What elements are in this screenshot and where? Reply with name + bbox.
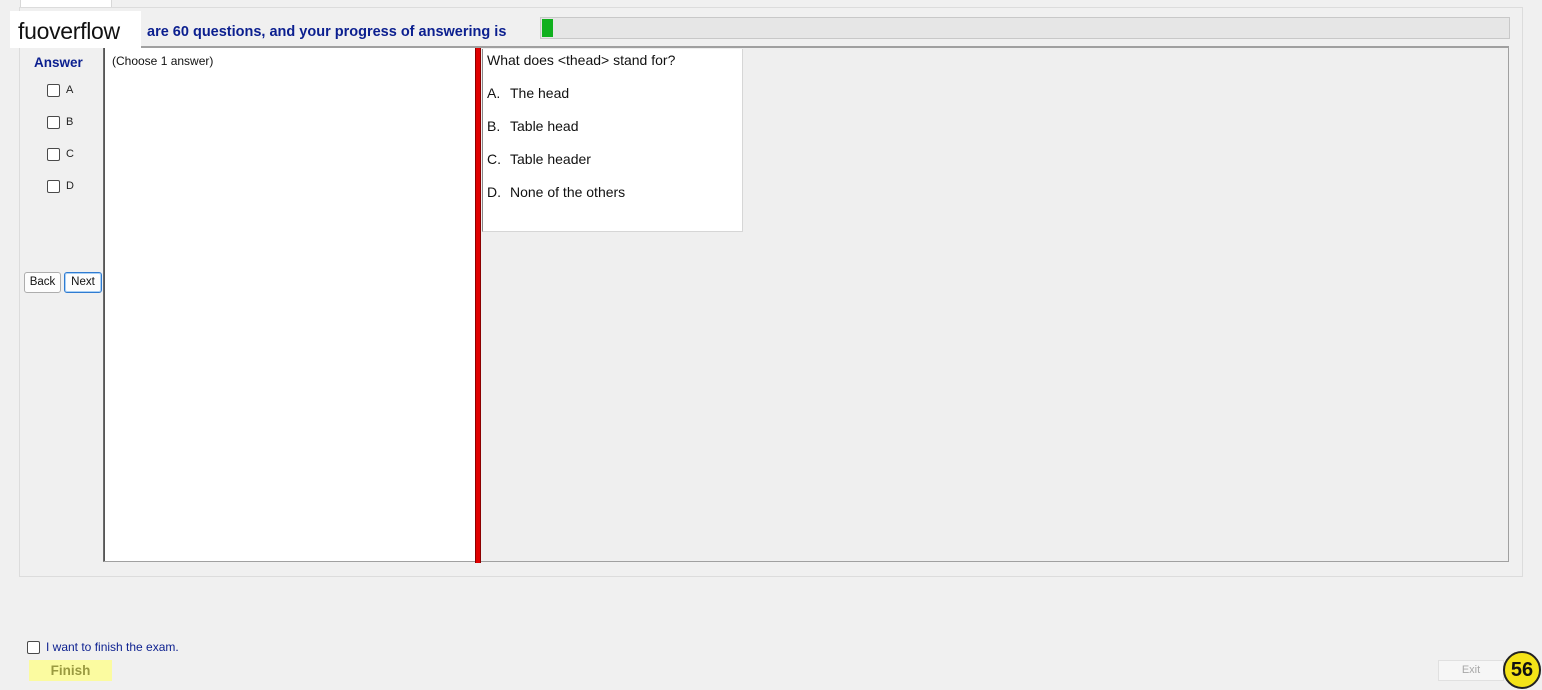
- choice-text: Table header: [510, 151, 591, 167]
- choice-letter: A.: [487, 85, 501, 101]
- progress-fill: [542, 19, 553, 37]
- panel-splitter[interactable]: [475, 48, 481, 563]
- answer-option-label: D: [66, 180, 74, 192]
- finish-button[interactable]: Finish: [29, 660, 112, 681]
- answer-option-label: C: [66, 148, 74, 160]
- instruction-panel: (Choose 1 answer): [104, 48, 475, 561]
- finish-checkbox-label: I want to finish the exam.: [46, 640, 179, 654]
- answer-heading: Answer: [34, 55, 83, 70]
- checkbox-b[interactable]: [47, 115, 60, 129]
- exam-window: fuoverflow are 60 questions, and your pr…: [0, 0, 1542, 690]
- checkbox-d[interactable]: [47, 179, 60, 193]
- choice-text: Table head: [510, 118, 579, 134]
- fuoverflow-logo: fuoverflow: [10, 11, 141, 48]
- checkbox-a[interactable]: [47, 83, 60, 97]
- answer-option-c[interactable]: C: [47, 146, 74, 162]
- answer-option-a[interactable]: A: [47, 82, 73, 98]
- checkbox-c[interactable]: [47, 147, 60, 161]
- answer-option-b[interactable]: B: [47, 114, 73, 130]
- choice-text: The head: [510, 85, 570, 101]
- choose-instruction: (Choose 1 answer): [112, 54, 214, 68]
- choice-letter: C.: [487, 151, 501, 167]
- question-choice-d: D. None of the others: [487, 184, 625, 200]
- back-button[interactable]: Back: [24, 272, 61, 293]
- question-choice-c: C. Table header: [487, 151, 591, 167]
- answer-option-label: B: [66, 116, 74, 128]
- question-box: What does <thead> stand for? A. The head …: [482, 49, 743, 232]
- exit-button[interactable]: Exit: [1438, 660, 1504, 681]
- finish-checkbox-box[interactable]: [27, 640, 40, 654]
- answer-option-d[interactable]: D: [47, 178, 74, 194]
- finish-exam-checkbox[interactable]: I want to finish the exam.: [27, 640, 179, 654]
- choice-letter: B.: [487, 118, 501, 134]
- next-button[interactable]: Next: [64, 272, 102, 293]
- question-choice-b: B. Table head: [487, 118, 579, 134]
- choice-letter: D.: [487, 184, 501, 200]
- question-choice-a: A. The head: [487, 85, 569, 101]
- question-text: What does <thead> stand for?: [487, 52, 676, 68]
- choice-text: None of the others: [510, 184, 626, 200]
- progress-bar: [540, 17, 1510, 39]
- number-badge: 56: [1503, 651, 1541, 689]
- answer-option-label: A: [66, 84, 74, 96]
- progress-label: are 60 questions, and your progress of a…: [147, 24, 507, 40]
